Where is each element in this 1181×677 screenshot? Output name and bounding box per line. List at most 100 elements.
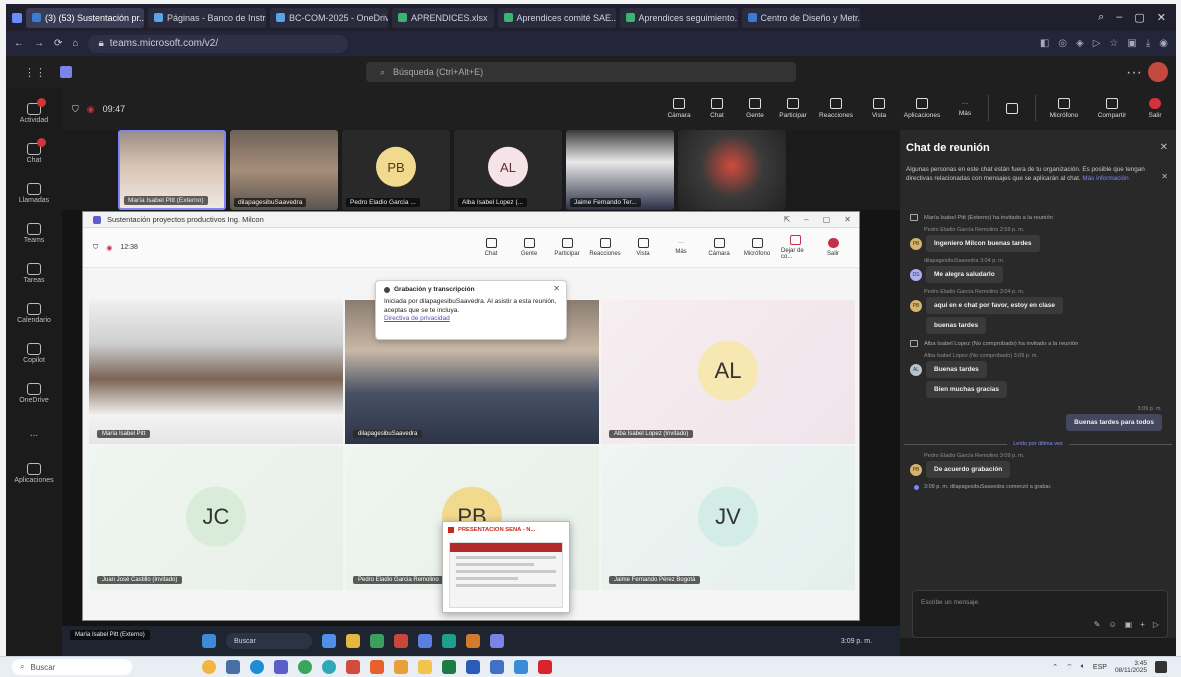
browser-tab[interactable]: Páginas - Banco de Instr... bbox=[148, 7, 266, 28]
chevron-up-icon[interactable]: ⌃ bbox=[1052, 663, 1058, 671]
participant-tile[interactable]: Jaime Fernando Ter... bbox=[566, 130, 674, 210]
video-tile[interactable]: María Isabel Pitt bbox=[89, 300, 343, 444]
browser-tab[interactable]: APRENDICES.xlsx bbox=[392, 7, 494, 28]
minimize-icon[interactable]: – bbox=[1116, 11, 1122, 24]
rail-item-more[interactable]: ... bbox=[9, 416, 59, 450]
back-icon[interactable]: ← bbox=[14, 38, 24, 49]
emoji-icon[interactable]: ☺ bbox=[1108, 620, 1116, 629]
more-button[interactable]: ··· Más bbox=[667, 231, 695, 263]
forward-icon[interactable]: → bbox=[34, 38, 44, 49]
browser-tab[interactable]: Centro de Diseño y Metr... bbox=[741, 7, 860, 28]
rail-item-teams[interactable]: Teams bbox=[9, 216, 59, 250]
microphone-button[interactable]: Micrófono bbox=[743, 231, 771, 263]
extension-icon[interactable]: ◧ bbox=[1040, 38, 1049, 49]
favorites-icon[interactable]: ☆ bbox=[1109, 38, 1118, 49]
send-icon[interactable]: ▷ bbox=[1153, 620, 1159, 629]
search-tabs-icon[interactable]: ⌕ bbox=[1098, 11, 1104, 24]
video-tile[interactable]: AL Alba Isabel Lopez (Invitado) bbox=[601, 300, 855, 444]
chat-message[interactable]: Bien muchas gracias bbox=[926, 381, 1008, 398]
app-icon[interactable] bbox=[514, 660, 528, 674]
url-field[interactable]: 🔒︎ teams.microsoft.com/v2/ bbox=[88, 34, 349, 53]
chat-message[interactable]: buenas tardes bbox=[926, 317, 987, 334]
edge-icon[interactable] bbox=[250, 660, 264, 674]
excel-icon[interactable] bbox=[442, 660, 456, 674]
task-view-icon[interactable] bbox=[226, 660, 240, 674]
chat-message[interactable]: PB aquí en e chat por favor, estoy en cla… bbox=[910, 297, 1172, 314]
browser-tab[interactable]: (3) (53) Sustentación pr... bbox=[26, 7, 144, 28]
close-icon[interactable]: ✕ bbox=[1161, 172, 1168, 183]
extension-icon[interactable]: ◈ bbox=[1076, 38, 1084, 49]
raise-hand-button[interactable]: Participar bbox=[778, 91, 808, 125]
browser-tab[interactable]: BC-COM-2025 - OneDrive bbox=[270, 7, 388, 28]
video-tile[interactable]: JV Jaime Fernando Pérez Bogotá bbox=[601, 446, 855, 590]
leave-button[interactable]: Salir bbox=[1140, 91, 1170, 125]
reactions-button[interactable]: Reacciones bbox=[816, 91, 856, 125]
people-button[interactable]: Gente bbox=[515, 231, 543, 263]
search-input[interactable]: ⌕ Búsqueda (Ctrl+Alt+E) bbox=[366, 62, 796, 82]
download-icon[interactable]: ⤓ bbox=[1146, 38, 1150, 49]
brave-icon[interactable] bbox=[370, 660, 384, 674]
weather-icon[interactable] bbox=[202, 660, 216, 674]
people-button[interactable]: Gente bbox=[740, 91, 770, 125]
chat-message[interactable]: DS Me alegra saludarlo bbox=[910, 266, 1172, 283]
rail-item-onedrive[interactable]: OneDrive bbox=[9, 376, 59, 410]
close-icon[interactable]: ✕ bbox=[553, 284, 560, 295]
view-button[interactable]: Vista bbox=[864, 91, 894, 125]
network-icon[interactable]: ⌔ bbox=[1066, 663, 1073, 672]
acrobat-icon[interactable] bbox=[538, 660, 552, 674]
add-icon[interactable]: + bbox=[1140, 620, 1145, 629]
popout-icon[interactable]: ⇱ bbox=[784, 215, 791, 224]
volume-icon[interactable]: 🔈︎ bbox=[1081, 663, 1085, 671]
chat-message[interactable]: AL Buenas tardes bbox=[910, 361, 1172, 378]
play-icon[interactable]: ▷ bbox=[1093, 38, 1101, 49]
camera-button[interactable]: Cámara bbox=[664, 91, 694, 125]
participant-tile[interactable]: PB Pedro Eladio García ... bbox=[342, 130, 450, 210]
app-grid-icon[interactable]: ⋮⋮ bbox=[24, 66, 46, 79]
file-explorer-icon[interactable] bbox=[418, 660, 432, 674]
profile-icon[interactable]: ◉ bbox=[1159, 38, 1168, 49]
notifications-icon[interactable] bbox=[1155, 661, 1167, 673]
browser-menu-icon[interactable] bbox=[12, 12, 22, 23]
app-icon[interactable] bbox=[490, 660, 504, 674]
edge-icon[interactable] bbox=[322, 660, 336, 674]
close-icon[interactable]: ✕ bbox=[1157, 11, 1166, 24]
my-message[interactable]: 3:09 p. m. Buenas tardes para todos bbox=[904, 406, 1162, 431]
chat-button[interactable]: Chat bbox=[702, 91, 732, 125]
privacy-policy-link[interactable]: Directiva de privacidad bbox=[384, 315, 558, 324]
word-icon[interactable] bbox=[466, 660, 480, 674]
shared-content-thumbnail[interactable]: PRESENTACION SENA - N... bbox=[442, 521, 570, 613]
stop-sharing-button[interactable]: Dejar de co... bbox=[781, 231, 809, 263]
app-icon[interactable] bbox=[394, 660, 408, 674]
taskbar-search[interactable]: ⌕ Buscar bbox=[12, 659, 132, 675]
home-icon[interactable]: ⌂ bbox=[72, 38, 78, 49]
close-icon[interactable]: ✕ bbox=[844, 215, 851, 224]
rail-item-apps[interactable]: Aplicaciones bbox=[9, 456, 59, 490]
rail-item-copilot[interactable]: Copilot bbox=[9, 336, 59, 370]
reload-icon[interactable]: ⟳ bbox=[54, 38, 62, 49]
participant-tile[interactable] bbox=[678, 130, 786, 210]
camera-button[interactable]: Cámara bbox=[705, 231, 733, 263]
browser-tab[interactable]: Aprendices comité SAE... bbox=[497, 7, 616, 28]
app-icon[interactable] bbox=[346, 660, 360, 674]
maximize-icon[interactable]: ▢ bbox=[1134, 11, 1144, 24]
minimize-icon[interactable]: – bbox=[804, 215, 808, 224]
chat-message[interactable]: PB De acuerdo grabación bbox=[910, 461, 1172, 478]
teams-icon[interactable] bbox=[274, 660, 288, 674]
format-icon[interactable]: ✎ bbox=[1094, 620, 1101, 629]
microphone-button[interactable]: Micrófono bbox=[1044, 91, 1084, 125]
rail-item-activity[interactable]: Actividad bbox=[9, 96, 59, 130]
collections-icon[interactable]: ▣ bbox=[1127, 38, 1136, 49]
chat-message[interactable]: PB Ingeniero Milcon buenas tardes bbox=[910, 235, 1172, 252]
clock[interactable]: 3:45 08/11/2025 bbox=[1115, 660, 1147, 674]
maximize-icon[interactable]: ▢ bbox=[823, 215, 831, 224]
participant-tile[interactable]: dilapagesibuSaavedra bbox=[230, 130, 338, 210]
rail-item-tasks[interactable]: Tareas bbox=[9, 256, 59, 290]
more-button[interactable]: ··· Más bbox=[950, 91, 980, 125]
rail-item-calendar[interactable]: Calendario bbox=[9, 296, 59, 330]
attach-icon[interactable]: ▣ bbox=[1125, 620, 1133, 629]
video-tile[interactable]: JC Juan José Castillo (Invitado) bbox=[89, 446, 343, 590]
message-compose-box[interactable]: Escribe un mensaje ✎ ☺ ▣ + ▷ bbox=[912, 590, 1168, 638]
participant-tile[interactable]: AL Alba Isabel Lopez (... bbox=[454, 130, 562, 210]
blank-control[interactable] bbox=[997, 91, 1027, 125]
avatar[interactable] bbox=[1148, 62, 1168, 82]
